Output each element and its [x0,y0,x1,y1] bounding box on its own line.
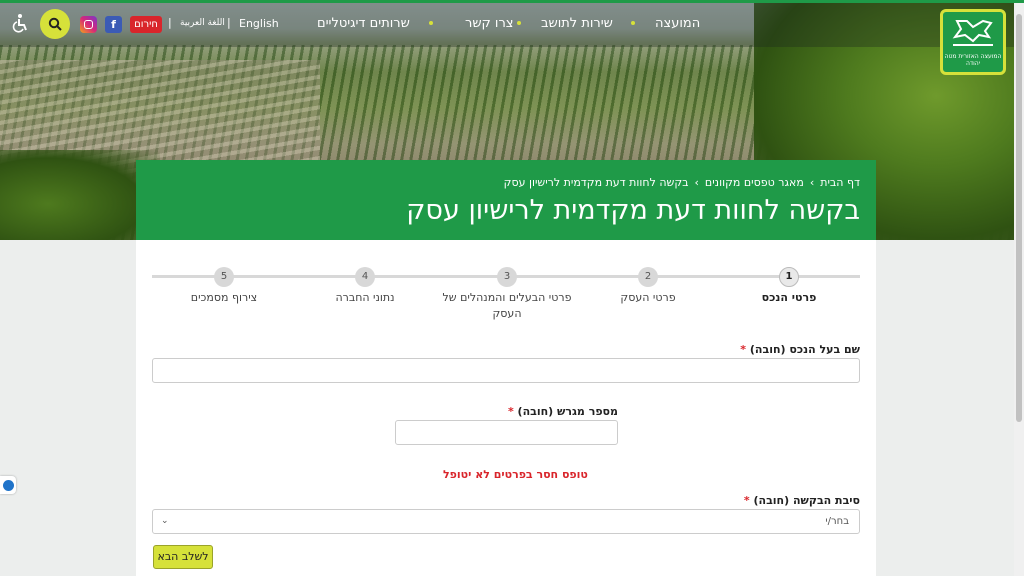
nav-resident-service[interactable]: שירות לתושב [541,16,613,31]
emergency-button[interactable]: חירום [130,16,162,33]
breadcrumb-forms[interactable]: מאגר טפסים מקוונים [705,176,804,189]
instagram-icon[interactable] [80,16,97,33]
step-label-1: פרטי הנכס [761,291,817,304]
top-border [0,0,1024,3]
reason-select-value: בחר/י [825,516,849,527]
plot-label-text: מספר מגרש (חובה) [517,405,618,418]
step-circle-4: 4 [355,267,375,287]
nav-contact[interactable]: צרו קשר [465,16,514,31]
accessibility-icon[interactable] [10,12,32,34]
plot-number-input[interactable] [395,420,618,445]
step-label-4: נתוני החברה [335,291,395,304]
scroll-thumb[interactable] [1016,14,1022,422]
title-panel: דף הבית › מאגר טפסים מקוונים › בקשה לחוו… [136,160,876,240]
step-label-3: פרטי הבעלים והמנהלים של העסק [442,291,572,320]
step-circle-3: 3 [497,267,517,287]
nav-digital-services[interactable]: שרותים דיגיטליים [317,16,410,31]
lang-english[interactable]: English [239,17,279,30]
accessibility-widget-icon[interactable] [0,476,16,494]
breadcrumb: דף הבית › מאגר טפסים מקוונים › בקשה לחוו… [152,176,860,189]
owner-label-text: שם בעל הנכס (חובה) [749,343,860,356]
breadcrumb-home[interactable]: דף הבית [820,176,860,189]
lang-separator: | [227,16,231,29]
owner-label: שם בעל הנכס (חובה) * [740,343,860,356]
nav-dot [429,21,433,25]
owner-name-input[interactable] [152,358,860,383]
scrollbar[interactable] [1014,0,1024,576]
reason-label-text: סיבת הבקשה (חובה) [753,494,860,507]
logo-text: המועצה האזורית מטה יהודה [944,53,1002,67]
step-label-5: צירוף מסמכים [190,291,258,304]
chevron-icon: › [694,176,699,189]
step-circle-2: 2 [638,267,658,287]
facebook-icon[interactable]: f [105,16,122,33]
nav-dot [517,21,521,25]
breadcrumb-current: בקשה לחוות דעת מקדמית לרישיון עסק [503,176,689,189]
nav-dot [631,21,635,25]
page-title: בקשה לחוות דעת מקדמית לרישיון עסק [406,195,860,226]
lang-arabic[interactable]: اللغة العربية [180,18,225,28]
next-step-button[interactable]: לשלב הבא [153,545,213,569]
lang-separator: | [168,16,172,29]
nav-council[interactable]: המועצה [655,16,700,31]
step-circle-5: 5 [214,267,234,287]
search-icon[interactable] [40,9,70,39]
required-mark: * [507,405,514,418]
logo-icon[interactable]: המועצה האזורית מטה יהודה [940,9,1006,75]
required-mark: * [743,494,750,507]
chevron-down-icon: ⌄ [161,516,169,526]
reason-label: סיבת הבקשה (חובה) * [744,494,860,507]
error-message: טופס חסר בפרטים לא יטופל [443,468,588,481]
step-circle-1: 1 [779,267,799,287]
plot-label: מספר מגרש (חובה) * [508,405,618,418]
chevron-icon: › [809,176,815,189]
step-label-2: פרטי העסק [620,291,676,304]
reason-select[interactable]: בחר/י ⌄ [152,509,860,534]
form-card: 1 2 3 4 5 פרטי הנכס פרטי העסק פרטי הבעלי… [136,240,876,576]
required-mark: * [740,343,747,356]
